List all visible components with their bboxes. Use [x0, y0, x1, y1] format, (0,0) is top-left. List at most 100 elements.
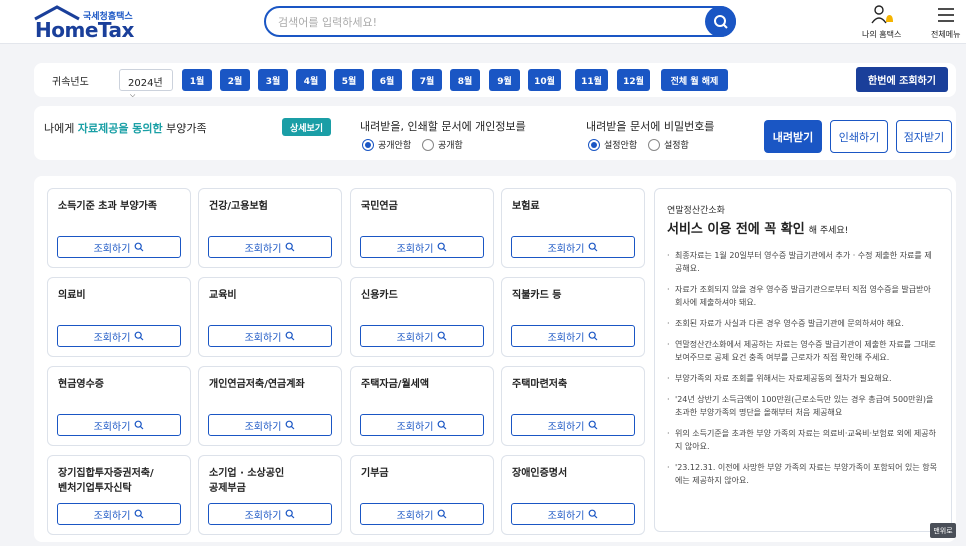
search-icon [286, 420, 295, 430]
query-card: 신용카드조회하기 [350, 277, 494, 357]
card-query-label: 조회하기 [244, 243, 282, 255]
detail-view-button[interactable]: 상세보기 [282, 118, 331, 136]
query-card: 주택마련저축 조회하기 [501, 366, 645, 446]
query-card: 기부금조회하기 [350, 455, 494, 535]
card-query-label: 조회하기 [396, 510, 434, 522]
card-title: 직불카드 등 [512, 290, 562, 301]
notice-item: 위의 소득기준을 초과한 부양 가족의 자료는 의료비·교육비·보험료 외에 제… [667, 427, 939, 453]
month-button-10[interactable]: 10월 [528, 69, 561, 91]
card-query-button[interactable]: 조회하기 [57, 503, 181, 525]
month-button-6[interactable]: 6월 [372, 69, 402, 91]
card-title: 주택자금/월세액 [361, 379, 430, 390]
month-button-2[interactable]: 2월 [220, 69, 250, 91]
header: 국세청홈택스 HomeTax 나의 홈택스 전체메뉴 [0, 0, 966, 44]
card-query-button[interactable]: 조회하기 [57, 236, 181, 258]
search-icon [135, 420, 144, 430]
clear-months-button[interactable]: 전체 월 해제 [661, 69, 728, 91]
download-button[interactable]: 내려받기 [764, 120, 822, 153]
search-icon [286, 331, 295, 341]
braille-button[interactable]: 점자받기 [896, 120, 952, 153]
card-query-button[interactable]: 조회하기 [57, 414, 181, 436]
card-query-label: 조회하기 [396, 332, 434, 344]
month-button-5[interactable]: 5월 [334, 69, 364, 91]
password-title: 내려받을 문서에 비밀번호를 [586, 120, 715, 133]
notice-item: 자료가 조회되지 않을 경우 영수증 발급기관으로부터 직접 영수증을 발급받아… [667, 283, 939, 309]
logo-title: HomeTax [35, 18, 134, 42]
privacy-hide-label: 공개안함 [378, 141, 412, 151]
card-query-button[interactable]: 조회하기 [208, 503, 332, 525]
print-button[interactable]: 인쇄하기 [830, 120, 888, 153]
card-query-button[interactable]: 조회하기 [511, 236, 635, 258]
month-button-11[interactable]: 11월 [575, 69, 608, 91]
query-card: 장기집합투자증권저축/ 벤처기업투자신탁 조회하기 [47, 455, 191, 535]
card-query-button[interactable]: 조회하기 [511, 503, 635, 525]
query-card: 건강/고용보험 조회하기 [198, 188, 342, 268]
card-title: 신용카드 [361, 290, 398, 301]
all-menu-label: 전체메뉴 [931, 30, 961, 39]
card-title: 장애인증명서 [512, 468, 568, 479]
radio-selected-icon [588, 138, 600, 151]
card-query-button[interactable]: 조회하기 [360, 503, 484, 525]
card-query-button[interactable]: 조회하기 [208, 325, 332, 347]
radio-empty-icon [648, 138, 660, 151]
card-query-label: 조회하기 [244, 421, 282, 433]
card-query-button[interactable]: 조회하기 [511, 414, 635, 436]
query-all-button[interactable]: 한번에 조회하기 [856, 67, 948, 92]
notice-title: 서비스 이용 전에 꼭 확인 해 주세요! [667, 222, 849, 237]
card-query-button[interactable]: 조회하기 [360, 414, 484, 436]
card-query-button[interactable]: 조회하기 [360, 325, 484, 347]
card-title: 소득기준 초과 부양가족 [58, 201, 157, 212]
month-button-9[interactable]: 9월 [489, 69, 520, 91]
search-icon [589, 420, 598, 430]
password-on-radio[interactable]: 설정함 [648, 138, 689, 151]
all-menu-button[interactable]: 전체메뉴 [931, 4, 960, 40]
privacy-title: 내려받을, 인쇄할 문서에 개인정보를 [360, 120, 526, 133]
search-icon [713, 14, 728, 29]
card-title: 보험료 [512, 201, 540, 212]
month-button-3[interactable]: 3월 [258, 69, 288, 91]
password-off-label: 설정안함 [604, 141, 638, 151]
card-query-label: 조회하기 [244, 510, 282, 522]
notice-item: 연말정산간소화에서 제공하는 자료는 영수증 발급기관이 제출한 자료를 그대로… [667, 338, 939, 364]
month-button-1[interactable]: 1월 [182, 69, 212, 91]
card-query-label: 조회하기 [93, 332, 131, 344]
notice-list: 최종자료는 1월 20일부터 영수증 발급기관에서 추가 · 수정 제출한 자료… [667, 249, 939, 495]
month-button-7[interactable]: 7월 [412, 69, 442, 91]
radio-selected-icon [362, 138, 374, 151]
my-hometax-label: 나의 홈택스 [862, 30, 902, 39]
card-query-label: 조회하기 [93, 243, 131, 255]
password-off-radio[interactable]: 설정안함 [588, 138, 637, 151]
search-icon [589, 509, 598, 519]
query-card: 국민연금 조회하기 [350, 188, 494, 268]
month-button-4[interactable]: 4월 [296, 69, 326, 91]
card-title: 기부금 [361, 468, 389, 479]
notice-item: 최종자료는 1월 20일부터 영수증 발급기관에서 추가 · 수정 제출한 자료… [667, 249, 939, 275]
card-query-button[interactable]: 조회하기 [511, 325, 635, 347]
month-button-12[interactable]: 12월 [617, 69, 650, 91]
search-button[interactable] [705, 6, 736, 37]
search-icon [438, 509, 447, 519]
hometax-logo[interactable]: 국세청홈택스 HomeTax [33, 5, 143, 42]
scroll-to-top-button[interactable]: 맨위로 [930, 523, 956, 538]
my-hometax-button[interactable]: 나의 홈택스 [862, 4, 901, 40]
search-icon [135, 242, 144, 252]
privacy-show-radio[interactable]: 공개함 [422, 138, 463, 151]
card-query-button[interactable]: 조회하기 [57, 325, 181, 347]
query-card: 주택자금/월세액조회하기 [350, 366, 494, 446]
card-query-button[interactable]: 조회하기 [208, 414, 332, 436]
year-select[interactable]: 2024년 ⌵ [119, 69, 173, 99]
card-query-button[interactable]: 조회하기 [360, 236, 484, 258]
query-card: 소득기준 초과 부양가족조회하기 [47, 188, 191, 268]
privacy-hide-radio[interactable]: 공개안함 [362, 138, 411, 151]
card-query-button[interactable]: 조회하기 [208, 236, 332, 258]
card-query-label: 조회하기 [244, 332, 282, 344]
notice-subtitle: 연말정산간소화 [667, 206, 725, 216]
search-input[interactable] [278, 13, 698, 31]
search-icon [135, 509, 144, 519]
search-icon [286, 509, 295, 519]
query-card: 의료비 조회하기 [47, 277, 191, 357]
notice-item: '24년 상반기 소득금액이 100만원(근로소득만 있는 경우 총급여 500… [667, 393, 939, 419]
radio-empty-icon [422, 138, 434, 151]
month-button-8[interactable]: 8월 [450, 69, 480, 91]
card-title: 개인연금저축/연금계좌 [209, 379, 305, 390]
